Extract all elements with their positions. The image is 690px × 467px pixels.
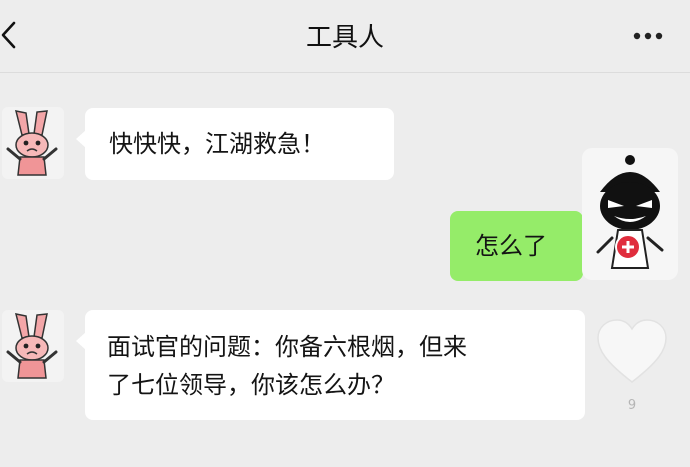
message-bubble-1[interactable]: 快快快，江湖救急！ (76, 108, 394, 180)
more-dots-icon (633, 32, 663, 40)
more-button[interactable] (618, 24, 674, 48)
bubble-tail (76, 332, 86, 350)
message-bubble-2[interactable]: 怎么了 (450, 211, 592, 281)
bunny-avatar[interactable] (2, 107, 64, 179)
bubble-tail (76, 130, 86, 148)
message-text-3-line-1: 面试官的问题：你备六根烟，但来 (107, 333, 467, 361)
message-text-2: 怎么了 (475, 232, 547, 260)
heart-icon (597, 319, 667, 383)
message-text-3-line-2: 了七位领导，你该怎么办？ (107, 371, 395, 399)
message-bubble-3[interactable]: 面试官的问题：你备六根烟，但来 了七位领导，你该怎么办？ (76, 310, 585, 420)
chat-header: 工具人 (0, 0, 690, 73)
bunny-avatar[interactable] (2, 310, 64, 382)
message-text-1: 快快快，江湖救急！ (109, 130, 325, 158)
cartoon-face-avatar[interactable] (582, 148, 678, 280)
chat-title: 工具人 (305, 23, 384, 53)
like-count: 9 (627, 398, 637, 413)
like-button[interactable] (596, 318, 668, 388)
